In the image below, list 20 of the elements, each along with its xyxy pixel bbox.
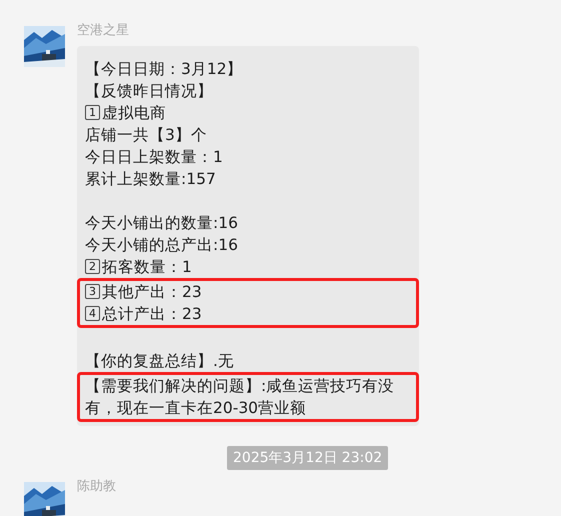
message-line: 累计上架数量:157 [85,170,216,188]
sender-name: 陈助教 [77,478,116,496]
number-badge: 3 [85,284,100,299]
message-line: 今天小铺的总产出:16 [85,236,238,254]
message-line: 其他产出：23 [102,283,202,301]
message-line: 虚拟电商 [102,104,166,122]
number-badge: 2 [85,259,100,274]
message-line: 【今日日期：3月12】 [85,60,243,78]
number-badge: 1 [85,105,100,120]
message-line: 【需要我们解决的问题】:咸鱼运营技巧有没有，现在一直卡在20-30营业额 [85,377,394,417]
timestamp: 2025年3月12日 23:02 [227,446,388,470]
message-line: 店铺一共【3】个 [85,126,207,144]
number-badge: 4 [85,306,100,321]
message-line: 今日日上架数量：1 [85,148,223,166]
message-line: 今天小铺出的数量:16 [85,214,238,232]
sender-name: 空港之星 [77,22,130,40]
message-line: 【你的复盘总结】.无 [85,352,234,370]
message-line: 【反馈昨日情况】 [85,82,213,100]
message-line: 总计产出：23 [102,305,202,323]
message-line: 拓客数量：1 [102,258,192,276]
